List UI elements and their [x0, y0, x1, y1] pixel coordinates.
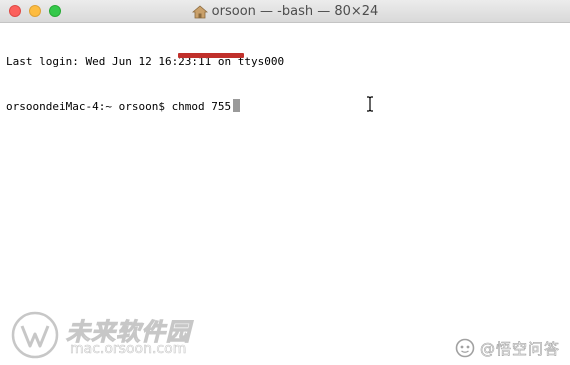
command-text: orsoondeiMac-4:~ orsoon$ chmod 755	[6, 100, 232, 113]
text-cursor	[233, 99, 241, 112]
title-bar[interactable]: orsoon — -bash — 80×24	[0, 0, 570, 23]
terminal-output[interactable]: Last login: Wed Jun 12 16:23:11 on ttys0…	[6, 24, 566, 354]
highlight-underline	[178, 53, 244, 58]
orsoon-logo-icon	[11, 311, 59, 359]
watermark-wukong-text: @悟空问答	[480, 339, 561, 358]
watermark-orsoon: 未来软件园 mac.orsoon.com	[10, 310, 230, 360]
terminal-window: orsoon — -bash — 80×24 Last login: Wed J…	[0, 0, 570, 365]
terminal-line-login: Last login: Wed Jun 12 16:23:11 on ttys0…	[6, 55, 285, 68]
watermark-url: mac.orsoon.com	[70, 341, 187, 358]
terminal-line-command[interactable]: orsoondeiMac-4:~ orsoon$ chmod 755	[6, 99, 566, 114]
window-title: orsoon — -bash — 80×24	[211, 4, 379, 19]
wukong-icon	[455, 338, 475, 358]
ibeam-cursor-icon	[367, 96, 373, 112]
watermark-wukong: @悟空问答	[455, 337, 560, 359]
home-icon	[191, 4, 208, 18]
window-title-container: orsoon — -bash — 80×24	[0, 0, 570, 23]
